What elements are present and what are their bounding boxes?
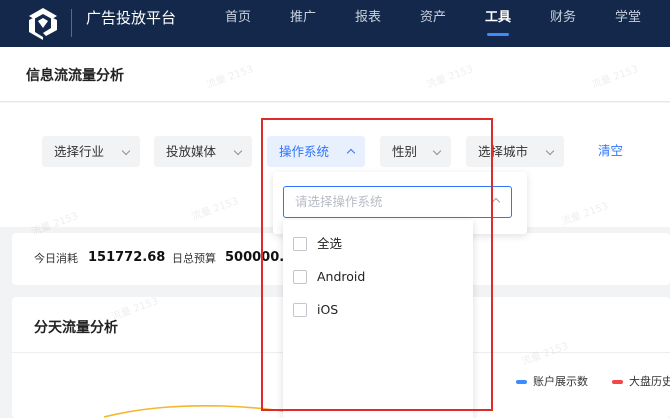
nav-item-assets[interactable]: 资产	[420, 10, 446, 26]
industry-select-label: 选择行业	[54, 144, 105, 159]
media-select-label: 投放媒体	[166, 144, 217, 159]
legend-account-label[interactable]: 账户展示数	[533, 375, 588, 389]
nav-item-promotion[interactable]: 推广	[290, 10, 316, 26]
legend-account-swatch	[516, 380, 527, 384]
clear-filters-link[interactable]: 清空	[598, 143, 623, 159]
page-header: 信息流流量分析	[0, 47, 670, 102]
nav-item-reports[interactable]: 报表	[355, 10, 381, 26]
page-title: 信息流流量分析	[26, 68, 124, 84]
platform-name: 广告投放平台	[86, 9, 177, 27]
nav-item-tools[interactable]: 工具	[485, 10, 511, 26]
nav-item-academy[interactable]: 学堂	[615, 10, 641, 26]
legend-market-swatch	[612, 380, 623, 384]
nav-item-home[interactable]: 首页	[225, 10, 251, 26]
chevron-up-icon	[491, 197, 501, 207]
logo-icon[interactable]	[26, 6, 60, 40]
chart-title: 分天流量分析	[34, 320, 118, 336]
today-spend-label: 今日消耗	[34, 252, 78, 265]
chevron-down-icon	[121, 146, 131, 156]
legend-market-label[interactable]: 大盘历史	[629, 375, 670, 389]
nav-item-finance[interactable]: 财务	[550, 10, 576, 26]
industry-select[interactable]: 选择行业	[42, 136, 140, 167]
top-navbar: 广告投放平台 首页 推广 报表 资产 工具 财务 学堂	[0, 0, 670, 47]
daily-budget-label: 日总预算	[172, 252, 216, 265]
today-spend-value: 151772.68	[88, 250, 166, 265]
logo-separator	[71, 9, 72, 37]
highlight-annotation-box	[261, 118, 493, 411]
media-select[interactable]: 投放媒体	[154, 136, 252, 167]
chevron-down-icon	[545, 146, 555, 156]
active-nav-indicator	[487, 33, 509, 36]
chevron-down-icon	[233, 146, 243, 156]
